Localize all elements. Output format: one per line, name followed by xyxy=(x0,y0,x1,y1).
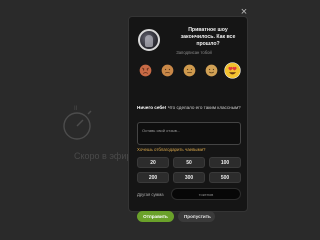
tip-button-100[interactable]: 100 xyxy=(209,157,241,168)
tip-button-500[interactable]: 500 xyxy=(209,172,241,183)
reaction-angry-svg xyxy=(139,64,152,77)
tip-prompt: Хочешь отблагодарить чаевыми? xyxy=(137,147,206,152)
reaction-sad-svg xyxy=(161,64,174,77)
tip-button-200[interactable]: 200 xyxy=(137,172,169,183)
compliment-rest-text: Что сделало его таким классным? xyxy=(167,105,241,110)
submit-button[interactable]: Отправить xyxy=(137,211,174,222)
compliment-prompt: Ничего себе! Что сделало его таким класс… xyxy=(137,105,241,111)
stopwatch-icon: II xyxy=(60,103,96,143)
compliment-strong-text: Ничего себе! xyxy=(137,105,167,110)
tip-button-300[interactable]: 300 xyxy=(173,172,205,183)
other-amount-input[interactable] xyxy=(171,188,241,200)
tip-button-20[interactable]: 20 xyxy=(137,157,169,168)
reaction-sad-icon[interactable] xyxy=(161,64,174,77)
review-textarea[interactable] xyxy=(137,122,241,145)
top-bar xyxy=(0,0,320,10)
avatar xyxy=(138,29,160,51)
reaction-angry-icon[interactable] xyxy=(139,64,152,77)
reaction-neutral-icon[interactable] xyxy=(183,64,196,77)
app-root: II Скоро в эфире буду онлайн × Приватное… xyxy=(0,0,320,240)
feedback-modal: Приватное шоу закончилось. Как все прошл… xyxy=(128,16,248,222)
reaction-love-icon[interactable] xyxy=(224,62,241,79)
tip-button-50[interactable]: 50 xyxy=(173,157,205,168)
host-subtitle: Заподписан тобой xyxy=(176,50,212,55)
reaction-smile-icon[interactable] xyxy=(205,64,218,77)
skip-button[interactable]: Пропустить xyxy=(178,211,215,222)
show-ended-title: Приватное шоу закончилось. Как все прошл… xyxy=(180,27,236,47)
reaction-love-svg xyxy=(224,62,241,79)
stopwatch-svg: II xyxy=(63,106,92,140)
reaction-smile-svg xyxy=(205,64,218,77)
reaction-neutral-svg xyxy=(183,64,196,77)
stopwatch-label: II xyxy=(74,106,78,112)
reaction-row xyxy=(135,62,243,80)
other-amount-label: Другая сумма xyxy=(137,192,164,197)
